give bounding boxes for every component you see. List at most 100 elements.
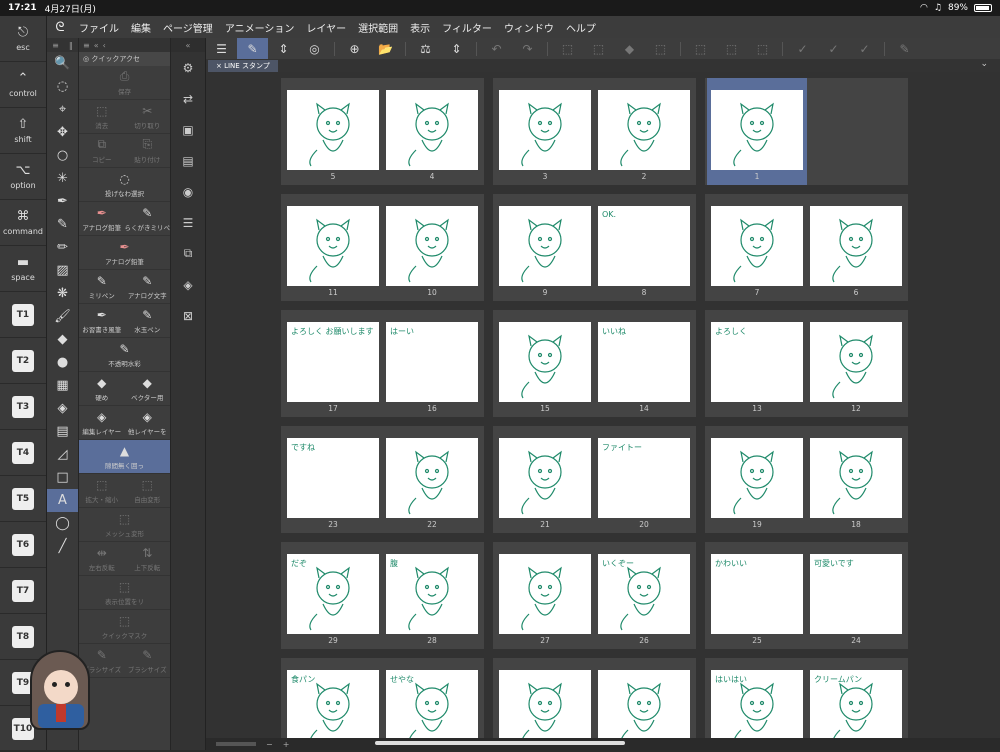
sub-tool-item[interactable]: ✒ お習書き風筆 [79,304,125,337]
toolbar-button-6[interactable]: 📂 [370,38,401,59]
command-icon-0[interactable]: ⚙ [171,52,205,83]
page-thumbnail[interactable]: はーい [386,322,478,402]
page-thumbnail[interactable] [287,90,379,170]
page-thumbnail[interactable] [711,438,803,518]
sub-tool-item[interactable]: ⬚ 拡大・縮小 [79,474,125,507]
tool-icon-5[interactable]: ✳ [47,167,78,190]
page-thumbnail[interactable]: はいはい [711,670,803,738]
command-icon-1[interactable]: ⇄ [171,83,205,114]
app-logo-icon[interactable]: ᘓ [47,20,73,35]
sub-tool-item[interactable]: ◈ 編集レイヤー [79,406,125,439]
page-thumbnail[interactable]: 可愛いです [810,554,902,634]
document-tab[interactable]: × LINE スタンプ [208,60,278,72]
key-t6[interactable]: T6 [0,522,46,568]
sub-tool-item[interactable]: ⬚ 表示位置をリ [79,576,170,609]
toolbar-button-9[interactable]: ⇕ [441,38,472,59]
sub-tool-item[interactable]: ⧉ コピー [79,134,125,167]
sub-tool-item[interactable]: ⬚ メッシュ変形 [79,508,170,541]
page-thumbnail[interactable] [499,670,591,738]
key-space[interactable]: ▬ space [0,246,46,292]
sub-tool-item[interactable]: ⬚ クイックマスク [79,610,170,643]
sub-tool-item[interactable]: ◌ 投げなわ選択 [79,168,170,201]
toolbar-button-15[interactable]: ⬚ [583,38,614,59]
sub-tool-item[interactable]: ⬚ 消去 [79,100,125,133]
tool-icon-10[interactable]: ❋ [47,282,78,305]
toolbar-button-14[interactable]: ⬚ [552,38,583,59]
page-thumbnail[interactable]: ですね [287,438,379,518]
zoom-in-button[interactable]: + [283,740,290,749]
collapse-icon[interactable]: ‖ [69,41,73,50]
sub-tool-item[interactable]: ✎ ミリペン [79,270,125,303]
toolbar-button-0[interactable]: ☰ [206,38,237,59]
page-thumbnail[interactable] [287,206,379,286]
key-t3[interactable]: T3 [0,384,46,430]
command-icon-6[interactable]: ⧉ [171,238,205,269]
page-thumbnail[interactable]: だぞ [287,554,379,634]
tool-icon-2[interactable]: ⌖ [47,98,78,121]
key-t2[interactable]: T2 [0,338,46,384]
menu-item-6[interactable]: 表示 [404,20,436,35]
sub-tool-item[interactable]: ◈ 他レイヤーを [125,406,171,439]
toolbar-button-5[interactable]: ⊕ [339,38,370,59]
key-control[interactable]: ⌃ control [0,62,46,108]
sub-tool-item[interactable]: ✎ 水玉ペン [125,304,171,337]
sub-tool-item[interactable]: ✒ アナログ鉛筆 [79,236,170,269]
key-t8[interactable]: T8 [0,614,46,660]
tool-icon-17[interactable]: ◿ [47,443,78,466]
tool-icon-8[interactable]: ✏ [47,236,78,259]
tool-icon-15[interactable]: ◈ [47,397,78,420]
page-thumbnail[interactable]: いくぞー [598,554,690,634]
sub-tool-item[interactable]: ✎ 不透明水彩 [79,338,170,371]
page-thumbnail[interactable]: よろしく [711,322,803,402]
toolbar-button-3[interactable]: ◎ [299,38,330,59]
page-thumbnail[interactable] [499,206,591,286]
sub-tool-item[interactable]: ◆ 硬め [79,372,125,405]
collapse-left-icon[interactable]: « [94,41,99,50]
menu-item-1[interactable]: 編集 [125,20,157,35]
collapse-icon[interactable]: ‹ [103,41,106,50]
command-icon-5[interactable]: ☰ [171,207,205,238]
toolbar-button-21[interactable]: ⬚ [747,38,778,59]
toolbar-button-12[interactable]: ↷ [512,38,543,59]
tool-icon-19[interactable]: A [47,489,78,512]
page-thumbnail[interactable] [499,438,591,518]
page-thumbnail[interactable] [598,670,690,738]
toolbar-button-20[interactable]: ⬚ [716,38,747,59]
toolbar-button-19[interactable]: ⬚ [685,38,716,59]
page-thumbnail[interactable]: ファイトー [598,438,690,518]
tool-icon-13[interactable]: ● [47,351,78,374]
toolbar-button-23[interactable]: ✓ [787,38,818,59]
menu-item-4[interactable]: レイヤー [300,20,352,35]
page-thumbnail[interactable]: OK. [598,206,690,286]
page-thumbnail[interactable] [810,206,902,286]
sub-tool-item[interactable]: ✒ アナログ鉛筆 [79,202,125,235]
toolbar-button-2[interactable]: ⇕ [268,38,299,59]
menu-item-0[interactable]: ファイル [73,20,125,35]
zoom-out-button[interactable]: − [266,740,273,749]
toolbar-button-8[interactable]: ⚖ [410,38,441,59]
tool-icon-20[interactable]: ◯ [47,512,78,535]
sub-tool-item[interactable]: ⎘ 貼り付け [125,134,171,167]
page-thumbnail[interactable]: かわいい [711,554,803,634]
page-thumbnail[interactable]: いいね [598,322,690,402]
key-t1[interactable]: T1 [0,292,46,338]
tool-icon-0[interactable]: 🔍 [47,52,78,75]
zoom-slider[interactable] [216,742,256,746]
sub-tool-item[interactable]: ⇹ 左右反転 [79,542,125,575]
page-thumbnail[interactable] [598,90,690,170]
key-shift[interactable]: ⇧ shift [0,108,46,154]
tool-icon-11[interactable]: 🖌 [47,305,78,328]
key-esc[interactable]: ⎋ esc [0,16,46,62]
tool-icon-1[interactable]: ◌ [47,75,78,98]
page-thumbnail[interactable] [711,90,803,170]
menu-icon[interactable]: ≡ [52,41,59,50]
page-thumbnail[interactable] [386,90,478,170]
tool-icon-7[interactable]: ✎ [47,213,78,236]
sub-tool-item[interactable]: ✎ ブラシサイズ [125,644,171,677]
tool-icon-21[interactable]: ╱ [47,535,78,558]
tool-icon-9[interactable]: ▨ [47,259,78,282]
key-command[interactable]: ⌘ command [0,200,46,246]
tool-icon-4[interactable]: ○ [47,144,78,167]
tool-icon-12[interactable]: ◆ [47,328,78,351]
page-thumbnail[interactable] [499,90,591,170]
